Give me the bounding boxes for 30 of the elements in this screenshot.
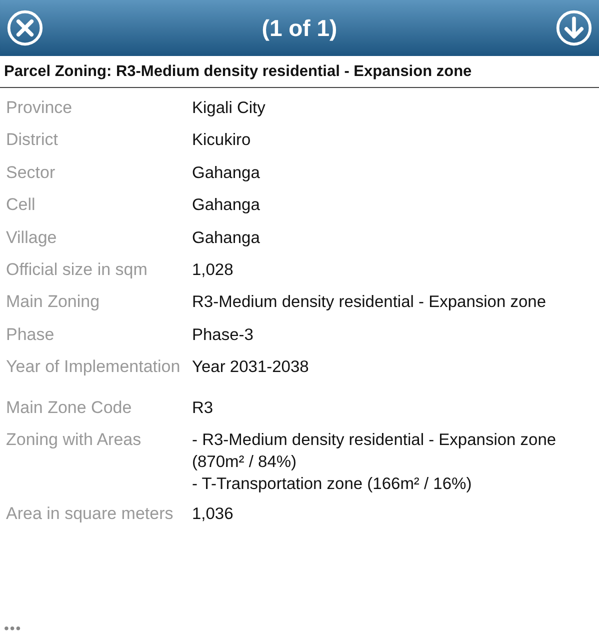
popup-title: Parcel Zoning: R3-Medium density residential - Expansion zone	[0, 56, 599, 88]
field-label: Phase	[6, 324, 56, 346]
field-value: R3-Medium density residential - Expansion zone	[192, 292, 548, 314]
field-label: Main Zoning	[6, 291, 101, 314]
field-value: Year 2031-2038	[192, 357, 310, 378]
field-label: Area in square meters	[6, 502, 174, 525]
field-value: Gahanga	[192, 228, 261, 249]
field-label: Official size in sqm	[6, 258, 148, 281]
field-label: Province	[6, 97, 74, 119]
field-value: Kigali City	[192, 98, 266, 119]
field-label: Sector	[6, 162, 56, 184]
more-dots[interactable]: •••	[4, 620, 22, 636]
field-label: Cell	[6, 194, 36, 216]
field-value: Kicukiro	[192, 130, 252, 152]
field-value: 1,028	[192, 260, 234, 281]
field-label: Village	[6, 226, 58, 249]
field-value: - R3-Medium density residential - Expansion zone (870m² / 84%)	[192, 430, 558, 473]
field-label: District	[6, 129, 59, 152]
field-label: Main Zone Code	[6, 396, 133, 419]
field-value: Phase-3	[192, 324, 254, 346]
field-value: 1,036	[192, 504, 234, 525]
field-label: Year of Implementation	[6, 356, 182, 378]
field-value: - T-Transportation zone (166m² / 16%)	[192, 474, 473, 495]
field-value: R3	[192, 398, 214, 419]
field-value: Gahanga	[192, 195, 261, 216]
close-icon[interactable]	[6, 9, 44, 47]
field-value: Gahanga	[192, 162, 261, 184]
field-label: Zoning with Areas	[6, 428, 142, 451]
download-icon[interactable]	[554, 9, 593, 47]
page-counter: (1 of 1)	[262, 14, 338, 42]
